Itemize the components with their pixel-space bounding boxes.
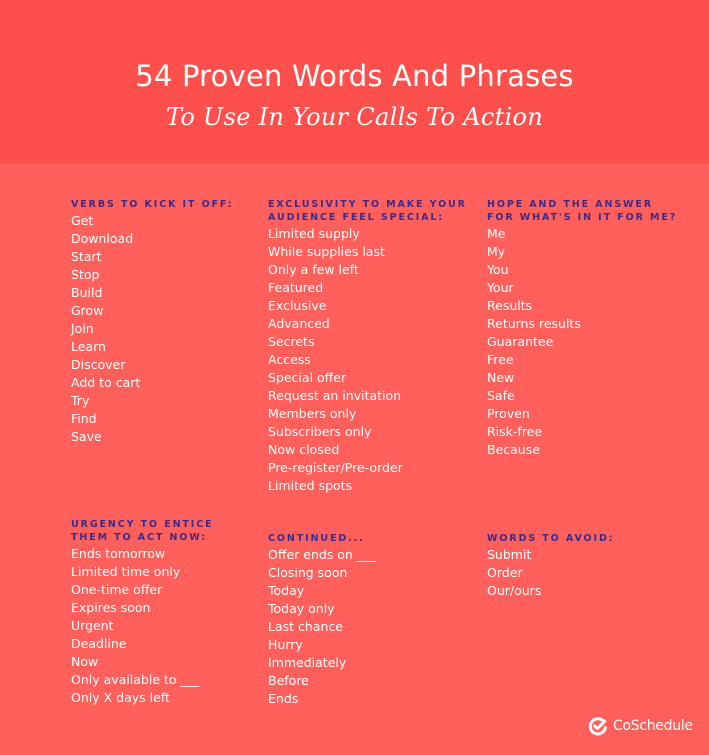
word-list: Get Download Start Stop Build Grow Join Learn Di… [71,212,234,446]
checkmark-circle-icon [588,717,607,736]
word-item: Secrets [268,334,315,349]
section-hope: Hope and the answer for what's in it for … [487,198,677,459]
word-item: Expires soon [71,600,151,615]
word-item: Start [71,249,102,264]
word-item: Last chance [268,619,343,634]
word-item: Featured [268,280,324,295]
section-heading: Verbs to kick it off: [71,198,234,211]
section-heading-line: Words to avoid: [487,533,615,544]
word-item: Only a few left [268,262,359,277]
word-item: Ends [268,691,299,706]
word-item: Today [268,583,305,598]
word-item: Add to cart [71,375,141,390]
word-item: Advanced [268,316,330,331]
word-item: Because [487,442,540,457]
word-item: Only available to ___ [71,672,200,687]
word-item: Order [487,565,523,580]
word-item: Limited time only [71,564,181,579]
word-item: Join [71,321,94,336]
section-heading-line: Urgency to entice [71,519,214,530]
section-heading: Urgency to entice them to act now: [71,518,214,544]
word-item: Risk-free [487,424,543,439]
section-heading-line: audience feel special: [268,212,445,223]
word-item: Only X days left [71,690,170,705]
word-item: Save [71,429,102,444]
section-heading-line: Hope and the answer [487,199,654,210]
word-item: Request an invitation [268,388,402,403]
word-list: Offer ends on ___ Closing soon Today Today … [268,546,376,708]
word-item: My [487,244,506,259]
word-item: Now [71,654,99,669]
word-list: Limited supply While supplies last Only a … [268,225,467,495]
section-heading: Exclusivity to make your audience feel sp… [268,198,467,224]
section-continued: Continued... Offer ends on ___ Closing so… [268,532,376,708]
section-heading-line: them to act now: [71,532,208,543]
word-item: Grow [71,303,104,318]
word-item: Subscribers only [268,424,372,439]
word-item: Your [487,280,514,295]
word-item: Limited spots [268,478,353,493]
word-item: New [487,370,515,385]
word-item: Our/ours [487,583,542,598]
word-item: Closing soon [268,565,348,580]
word-item: Urgent [71,618,114,633]
word-item: Returns results [487,316,581,331]
word-item: Get [71,213,94,228]
word-item: Exclusive [268,298,327,313]
section-urgency: Urgency to entice them to act now: Ends t… [71,518,214,707]
section-heading-line: Exclusivity to make your [268,199,467,210]
word-item: Download [71,231,134,246]
word-item: Ends tomorrow [71,546,166,561]
word-list: Me My You Your Results Returns results Guarant… [487,225,677,459]
word-list: Submit Order Our/ours [487,546,614,600]
word-item: Limited supply [268,226,360,241]
word-item: Access [268,352,311,367]
header-banner: 54 Proven Words And Phrases To Use In Yo… [0,0,709,164]
word-item: Special offer [268,370,347,385]
section-exclusivity: Exclusivity to make your audience feel sp… [268,198,467,495]
word-item: Today only [268,601,335,616]
word-item: Deadline [71,636,127,651]
word-item: Offer ends on ___ [268,547,376,562]
word-item: Results [487,298,533,313]
page-subtitle: To Use In Your Calls To Action [165,103,544,131]
word-item: Guarantee [487,334,554,349]
word-item: One-time offer [71,582,163,597]
section-heading-line: Verbs to kick it off: [71,199,234,210]
section-heading-line: for what's in it for me? [487,212,678,223]
section-heading: Continued... [268,532,376,545]
word-item: Free [487,352,514,367]
word-list: Ends tomorrow Limited time only One-time o… [71,545,214,707]
page-title: 54 Proven Words And Phrases [135,59,574,93]
word-item: Immediately [268,655,347,670]
section-heading: Words to avoid: [487,532,614,545]
word-item: Learn [71,339,106,354]
word-item: Build [71,285,103,300]
word-item: You [487,262,509,277]
word-item: Hurry [268,637,303,652]
word-item: Members only [268,406,357,421]
word-item: Safe [487,388,515,403]
word-item: Try [71,393,90,408]
word-item: Proven [487,406,530,421]
word-item: Me [487,226,506,241]
section-words-to-avoid: Words to avoid: Submit Order Our/ours [487,532,614,600]
word-item: Before [268,673,309,688]
word-item: Stop [71,267,100,282]
word-item: Find [71,411,97,426]
word-item: Discover [71,357,126,372]
word-item: Now closed [268,442,340,457]
section-heading: Hope and the answer for what's in it for … [487,198,677,224]
coschedule-logo: CoSchedule [588,716,693,736]
section-heading-line: Continued... [268,533,365,544]
word-item: Pre-register/Pre-order [268,460,403,475]
word-item: While supplies last [268,244,385,259]
logo-text: CoSchedule [613,718,693,734]
word-item: Submit [487,547,532,562]
section-verbs: Verbs to kick it off: Get Download Start St… [71,198,234,446]
